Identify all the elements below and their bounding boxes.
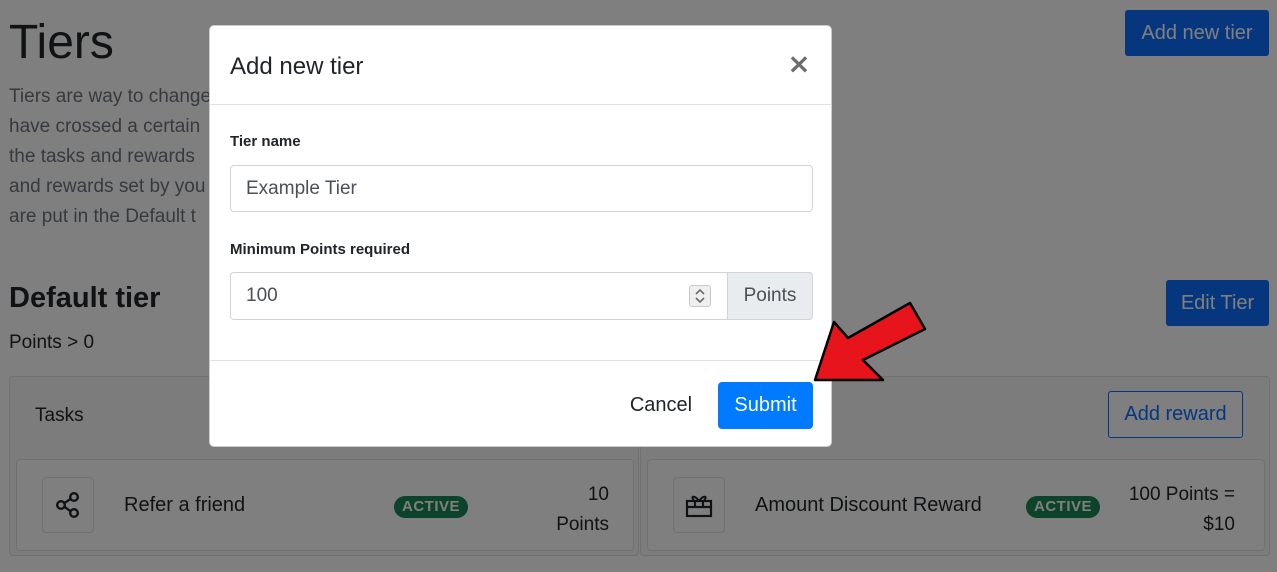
number-spinner-icon[interactable] (689, 285, 711, 307)
close-icon[interactable]: × (787, 50, 811, 78)
tier-name-input[interactable] (230, 165, 813, 212)
modal-header: Add new tier × (210, 26, 831, 105)
min-points-label: Minimum Points required (230, 241, 411, 258)
modal-title: Add new tier (230, 53, 364, 80)
min-points-input[interactable] (230, 272, 728, 320)
submit-button[interactable]: Submit (718, 382, 813, 429)
cancel-button[interactable]: Cancel (616, 382, 706, 429)
modal-footer: Cancel Submit (210, 360, 831, 448)
min-points-input-group: Points (230, 272, 813, 320)
annotation-arrow-icon (813, 301, 927, 382)
add-new-tier-dialog: Add new tier × Tier name Minimum Points … (209, 25, 832, 447)
tier-name-label: Tier name (230, 133, 301, 150)
points-addon: Points (727, 272, 813, 320)
